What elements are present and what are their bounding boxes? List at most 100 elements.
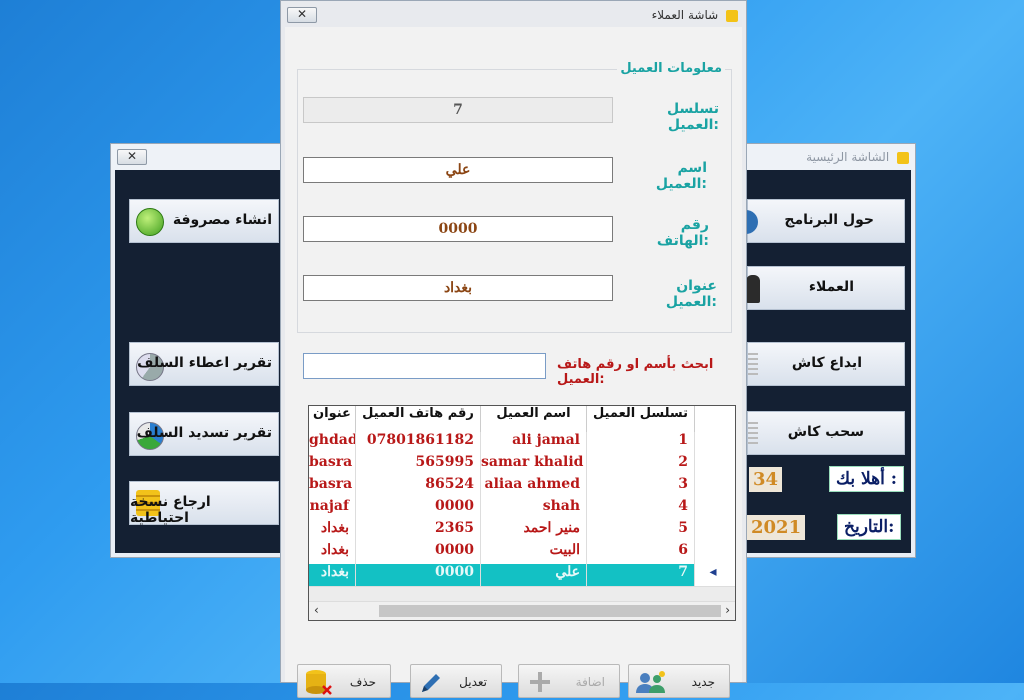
repay-report-label: تقرير تسديد السلف — [136, 425, 272, 441]
row-selector[interactable] — [694, 542, 735, 564]
cell-address[interactable]: بغداد — [309, 520, 355, 542]
main-window-title-text: الشاشة الرئيسية — [806, 150, 890, 164]
row-selector[interactable] — [694, 498, 735, 520]
cell-address[interactable]: basra — [309, 476, 355, 498]
customer-window-body: معلومات العميل تسلسل العميل: 7 اسم العمي… — [285, 27, 742, 698]
cell-name[interactable]: منير احمد — [480, 520, 586, 542]
cell-name[interactable]: aliaa ahmed — [480, 476, 586, 498]
loan-report-button[interactable]: تقرير اعطاء السلف — [129, 342, 279, 386]
cell-name[interactable]: علي — [480, 564, 586, 586]
scroll-right-icon[interactable]: › — [725, 603, 730, 617]
cell-address[interactable]: najaf — [309, 498, 355, 520]
deposit-button[interactable]: ايداع كاش — [747, 342, 905, 386]
cell-serial[interactable]: 5 — [586, 520, 694, 542]
main-window-close-button[interactable]: ✕ — [117, 149, 147, 165]
table-row[interactable]: بغداد 0000 علي 7 ◂ — [309, 564, 735, 587]
table-row[interactable]: basra 565995 samar khalid 2 — [309, 454, 735, 477]
search-label: ابحث بأسم او رقم هاتف العميل: — [557, 357, 714, 387]
repay-report-button[interactable]: تقرير تسديد السلف — [129, 412, 279, 456]
header-address[interactable]: عنوان — [309, 406, 355, 432]
withdraw-button[interactable]: سحب كاش — [747, 411, 905, 455]
cell-phone[interactable]: 07801861182 — [355, 432, 480, 454]
customer-window: ✕ شاشة العملاء معلومات العميل تسلسل العم… — [280, 0, 747, 698]
serial-field[interactable]: 7 — [303, 97, 613, 123]
withdraw-label: سحب كاش — [787, 424, 864, 440]
table-row[interactable]: basra 86524 aliaa ahmed 3 — [309, 476, 735, 499]
cell-serial[interactable]: 3 — [586, 476, 694, 498]
cell-phone[interactable]: 0000 — [355, 498, 480, 520]
cell-address[interactable]: ghdad — [309, 432, 355, 454]
restore-backup-button[interactable]: ارجاع نسخة احتياطية — [129, 481, 279, 526]
row-selector[interactable]: ◂ — [694, 564, 735, 586]
welcome-value: 34 — [749, 467, 783, 492]
phone-field[interactable]: 0000 — [303, 216, 613, 242]
cell-serial[interactable]: 2 — [586, 454, 694, 476]
cell-name[interactable]: shah — [480, 498, 586, 520]
plus-icon — [529, 671, 551, 693]
row-selector[interactable] — [694, 476, 735, 498]
database-delete-icon — [304, 669, 334, 697]
person-icon — [746, 275, 760, 303]
cell-address[interactable]: basra — [309, 454, 355, 476]
grid-header: عنوان رقم هاتف العميل اسم العميل تسلسل ا… — [309, 406, 735, 433]
header-serial[interactable]: تسلسل العميل — [586, 406, 694, 432]
add-label: اضافة — [575, 675, 605, 689]
name-field[interactable]: علي — [303, 157, 613, 183]
row-selector[interactable] — [694, 454, 735, 476]
edit-button[interactable]: تعديل — [410, 664, 502, 698]
address-field[interactable]: بغداد — [303, 275, 613, 301]
cell-address[interactable]: بغداد — [309, 542, 355, 564]
main-window-title: الشاشة الرئيسية — [806, 150, 909, 164]
customers-grid[interactable]: عنوان رقم هاتف العميل اسم العميل تسلسل ا… — [308, 405, 736, 621]
address-label: عنوان العميل: — [665, 278, 717, 310]
row-selector[interactable] — [694, 432, 735, 454]
cell-name[interactable]: البيت — [480, 542, 586, 564]
new-button[interactable]: جديد — [628, 664, 730, 698]
create-expense-button[interactable]: انشاء مصروفة — [129, 199, 279, 243]
restore-backup-label: ارجاع نسخة احتياطية — [130, 494, 211, 526]
cell-serial[interactable]: 6 — [586, 542, 694, 564]
row-selector[interactable] — [694, 520, 735, 542]
table-row[interactable]: ghdad 07801861182 ali jamal 1 — [309, 432, 735, 455]
delete-button[interactable]: حذف — [297, 664, 391, 698]
customer-info-legend: معلومات العميل — [617, 61, 725, 76]
cell-serial[interactable]: 1 — [586, 432, 694, 454]
add-button[interactable]: اضافة — [518, 664, 620, 698]
cell-serial[interactable]: 7 — [586, 564, 694, 586]
phone-label: رقم الهاتف: — [656, 217, 709, 249]
about-label: حول البرنامج — [784, 212, 874, 228]
cell-phone[interactable]: 86524 — [355, 476, 480, 498]
search-input[interactable] — [303, 353, 546, 379]
customers-label: العملاء — [808, 279, 854, 295]
scrollbar-thumb[interactable] — [379, 605, 721, 617]
header-phone[interactable]: رقم هاتف العميل — [355, 406, 480, 432]
cell-serial[interactable]: 4 — [586, 498, 694, 520]
grid-horizontal-scrollbar[interactable]: ‹ › — [309, 601, 735, 620]
customers-button[interactable]: العملاء — [746, 266, 905, 310]
serial-label: تسلسل العميل: — [667, 101, 719, 133]
about-button[interactable]: حول البرنامج — [746, 199, 905, 243]
table-row[interactable]: najaf 0000 shah 4 — [309, 498, 735, 521]
pencil-icon — [419, 671, 443, 695]
cell-name[interactable]: samar khalid — [480, 454, 586, 476]
cell-phone[interactable]: 2365 — [355, 520, 480, 542]
edit-label: تعديل — [459, 675, 487, 689]
customer-window-close-button[interactable]: ✕ — [287, 7, 317, 23]
header-name[interactable]: اسم العميل — [480, 406, 586, 432]
arrow-up-icon — [136, 208, 164, 236]
scroll-left-icon[interactable]: ‹ — [314, 603, 319, 617]
cell-address[interactable]: بغداد — [309, 564, 355, 586]
cell-phone[interactable]: 0000 — [355, 564, 480, 586]
create-expense-label: انشاء مصروفة — [172, 212, 272, 228]
name-label: اسم العميل: — [655, 160, 707, 192]
cell-name[interactable]: ali jamal — [480, 432, 586, 454]
table-row[interactable]: بغداد 2365 منير احمد 5 — [309, 520, 735, 543]
table-row[interactable]: بغداد 0000 البيت 6 — [309, 542, 735, 565]
welcome-label: أهلا بك : — [829, 466, 905, 492]
cell-phone[interactable]: 0000 — [355, 542, 480, 564]
loan-report-label: تقرير اعطاء السلف — [137, 355, 272, 371]
cash-stack-icon — [748, 422, 758, 444]
new-label: جديد — [691, 675, 715, 689]
info-icon — [746, 210, 758, 234]
cell-phone[interactable]: 565995 — [355, 454, 480, 476]
